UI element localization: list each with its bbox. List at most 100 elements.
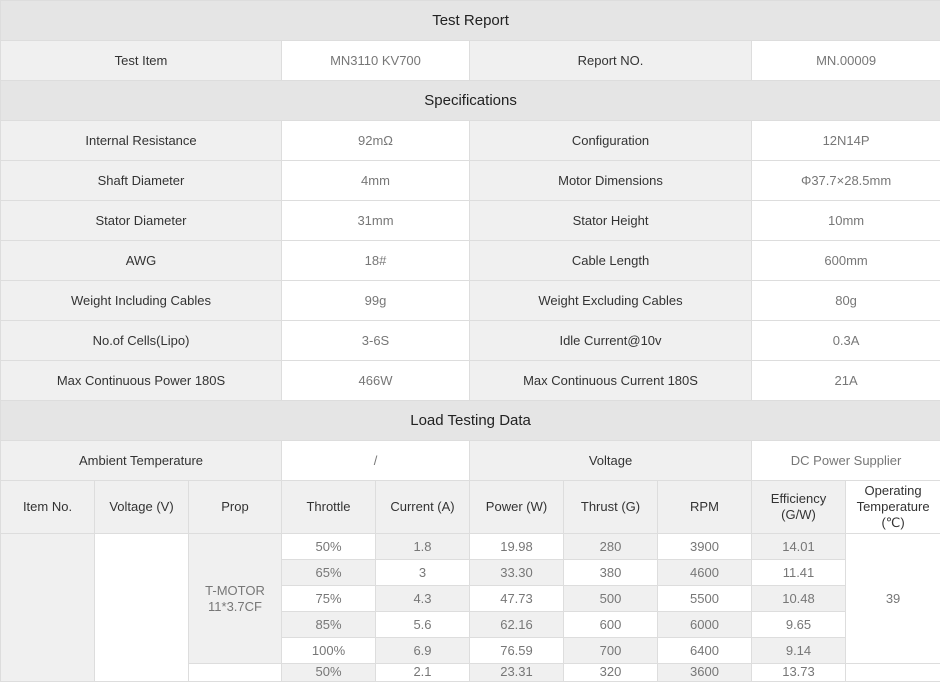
thrust-cell: 600 (564, 612, 658, 638)
spec-label: No.of Cells(Lipo) (1, 321, 282, 361)
thrust-cell: 700 (564, 638, 658, 664)
spec-label: Internal Resistance (1, 121, 282, 161)
throttle-cell: 50% (282, 534, 376, 560)
test-report-table: Test Report Test Item MN3110 KV700 Repor… (0, 0, 940, 682)
thrust-cell: 500 (564, 586, 658, 612)
rpm-cell: 6400 (658, 638, 752, 664)
column-header-operating-temperature: Operating Temperature (℃) (846, 481, 940, 534)
spec-row: No.of Cells(Lipo) 3-6S Idle Current@10v … (1, 321, 940, 361)
rpm-cell: 5500 (658, 586, 752, 612)
current-cell: 4.3 (376, 586, 470, 612)
voltage-value: DC Power Supplier (752, 441, 940, 481)
spec-label: Configuration (470, 121, 752, 161)
power-cell: 62.16 (470, 612, 564, 638)
thrust-cell: 280 (564, 534, 658, 560)
spec-label: Idle Current@10v (470, 321, 752, 361)
spec-value: 4mm (282, 161, 470, 201)
section-load-testing: Load Testing Data (1, 401, 940, 441)
efficiency-cell: 10.48 (752, 586, 846, 612)
test-item-row: Test Item MN3110 KV700 Report NO. MN.000… (1, 41, 940, 81)
voltage-cell (95, 534, 189, 682)
spec-value: 18# (282, 241, 470, 281)
column-header-voltage: Voltage (V) (95, 481, 189, 534)
spec-row: Shaft Diameter 4mm Motor Dimensions Φ37.… (1, 161, 940, 201)
throttle-cell: 100% (282, 638, 376, 664)
section-test-report: Test Report (1, 1, 940, 41)
rpm-cell: 6000 (658, 612, 752, 638)
spec-value: 21A (752, 361, 940, 401)
thrust-cell: 320 (564, 664, 658, 682)
load-header-row: Item No. Voltage (V) Prop Throttle Curre… (1, 481, 940, 534)
thrust-cell: 380 (564, 560, 658, 586)
spec-label: Motor Dimensions (470, 161, 752, 201)
throttle-cell: 65% (282, 560, 376, 586)
spec-label: Cable Length (470, 241, 752, 281)
item-no-cell (1, 534, 95, 682)
section-title: Test Report (1, 1, 940, 41)
prop-cell: T-MOTOR 11*3.7CF (189, 534, 282, 664)
column-header-prop: Prop (189, 481, 282, 534)
spec-value: 0.3A (752, 321, 940, 361)
spec-row: Stator Diameter 31mm Stator Height 10mm (1, 201, 940, 241)
spec-row: Max Continuous Power 180S 466W Max Conti… (1, 361, 940, 401)
spec-label: Max Continuous Current 180S (470, 361, 752, 401)
spec-row: AWG 18# Cable Length 600mm (1, 241, 940, 281)
operating-temperature-cell (846, 664, 940, 682)
throttle-cell: 50% (282, 664, 376, 682)
report-no-label: Report NO. (470, 41, 752, 81)
spec-value: 99g (282, 281, 470, 321)
efficiency-cell: 9.65 (752, 612, 846, 638)
ambient-temperature-value: / (282, 441, 470, 481)
column-header-rpm: RPM (658, 481, 752, 534)
throttle-cell: 85% (282, 612, 376, 638)
spec-value: 92mΩ (282, 121, 470, 161)
rpm-cell: 3600 (658, 664, 752, 682)
current-cell: 1.8 (376, 534, 470, 560)
test-item-label: Test Item (1, 41, 282, 81)
spec-label: Stator Height (470, 201, 752, 241)
spec-label: AWG (1, 241, 282, 281)
throttle-cell: 75% (282, 586, 376, 612)
power-cell: 19.98 (470, 534, 564, 560)
ambient-voltage-row: Ambient Temperature / Voltage DC Power S… (1, 441, 940, 481)
report-no-value: MN.00009 (752, 41, 940, 81)
test-item-value: MN3110 KV700 (282, 41, 470, 81)
spec-label: Weight Excluding Cables (470, 281, 752, 321)
column-header-throttle: Throttle (282, 481, 376, 534)
efficiency-cell: 13.73 (752, 664, 846, 682)
current-cell: 2.1 (376, 664, 470, 682)
table-row: T-MOTOR 11*3.7CF 50% 1.8 19.98 280 3900 … (1, 534, 940, 560)
section-specifications: Specifications (1, 81, 940, 121)
power-cell: 23.31 (470, 664, 564, 682)
spec-label: Weight Including Cables (1, 281, 282, 321)
power-cell: 76.59 (470, 638, 564, 664)
spec-value: 80g (752, 281, 940, 321)
column-header-power: Power (W) (470, 481, 564, 534)
efficiency-cell: 14.01 (752, 534, 846, 560)
spec-label: Stator Diameter (1, 201, 282, 241)
spec-value: 3-6S (282, 321, 470, 361)
spec-value: Φ37.7×28.5mm (752, 161, 940, 201)
spec-value: 12N14P (752, 121, 940, 161)
spec-value: 31mm (282, 201, 470, 241)
spec-label: Max Continuous Power 180S (1, 361, 282, 401)
spec-row: Internal Resistance 92mΩ Configuration 1… (1, 121, 940, 161)
section-title: Specifications (1, 81, 940, 121)
spec-value: 10mm (752, 201, 940, 241)
power-cell: 47.73 (470, 586, 564, 612)
column-header-thrust: Thrust (G) (564, 481, 658, 534)
ambient-temperature-label: Ambient Temperature (1, 441, 282, 481)
efficiency-cell: 11.41 (752, 560, 846, 586)
section-title: Load Testing Data (1, 401, 940, 441)
efficiency-cell: 9.14 (752, 638, 846, 664)
rpm-cell: 3900 (658, 534, 752, 560)
column-header-current: Current (A) (376, 481, 470, 534)
column-header-item-no: Item No. (1, 481, 95, 534)
prop-cell (189, 664, 282, 682)
operating-temperature-cell: 39 (846, 534, 940, 664)
power-cell: 33.30 (470, 560, 564, 586)
spec-value: 466W (282, 361, 470, 401)
rpm-cell: 4600 (658, 560, 752, 586)
current-cell: 5.6 (376, 612, 470, 638)
spec-value: 600mm (752, 241, 940, 281)
